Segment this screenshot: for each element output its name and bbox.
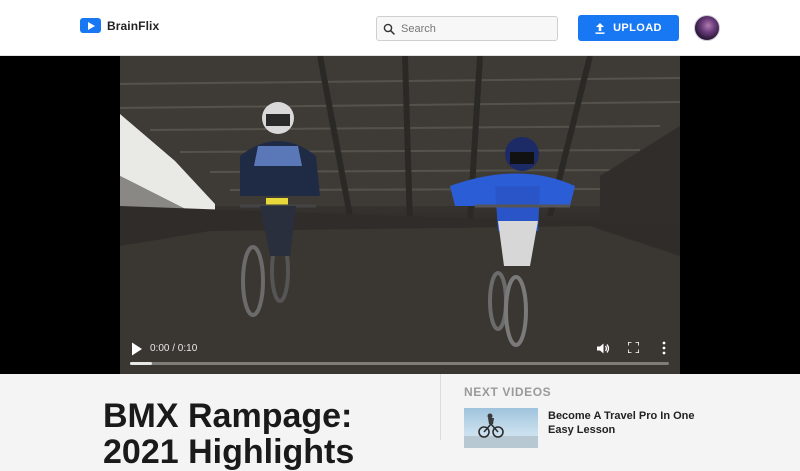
progress-bar-played [130,362,152,365]
next-video-item[interactable]: Become A Travel Pro In One Easy Lesson [464,408,784,448]
brand-name: BrainFlix [107,19,159,33]
brand-logo[interactable]: BrainFlix [80,18,159,33]
fullscreen-icon[interactable] [628,342,639,353]
video-player[interactable]: 0:00 / 0:10 [120,56,680,374]
avatar[interactable] [694,15,720,41]
more-vertical-icon[interactable] [661,341,667,355]
progress-bar[interactable] [130,362,669,365]
next-video-thumbnail [464,408,538,448]
upload-icon [595,23,605,34]
play-logo-icon [80,18,101,33]
next-video-title: Become A Travel Pro In One Easy Lesson [548,409,708,437]
next-videos-heading: NEXT VIDEOS [464,385,551,399]
volume-icon[interactable] [597,342,610,355]
top-header: BrainFlix UPLOAD [0,0,800,56]
upload-button[interactable]: UPLOAD [578,15,679,41]
search-icon [383,23,395,35]
video-title: BMX Rampage: 2021 Highlights [103,398,433,470]
video-player-band: 0:00 / 0:10 [0,56,800,374]
video-frame [120,56,680,374]
search-input[interactable] [401,23,551,35]
upload-label: UPLOAD [613,22,662,34]
search-box[interactable] [376,16,558,41]
video-details: BMX Rampage: 2021 Highlights [0,374,441,440]
time-display: 0:00 / 0:10 [150,343,197,354]
next-videos-panel: NEXT VIDEOS Become A Travel Pro In One E… [442,374,800,440]
player-controls: 0:00 / 0:10 [120,332,680,374]
play-icon[interactable] [131,342,143,356]
